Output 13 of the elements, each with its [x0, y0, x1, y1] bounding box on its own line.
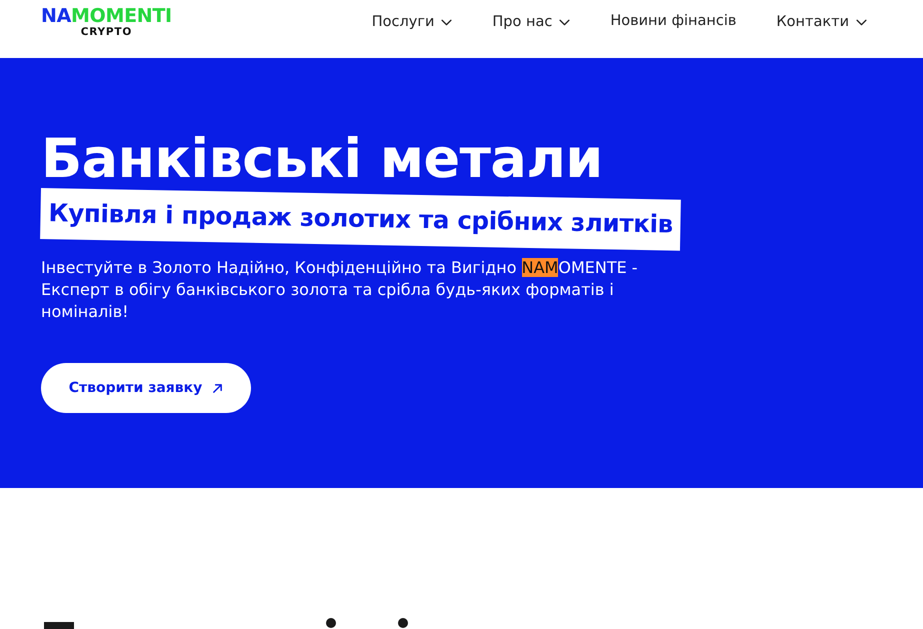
hero-title: Банківські метали: [41, 128, 604, 190]
logo[interactable]: NAMOMENTI CRYPTO: [41, 6, 172, 38]
nav-menu-item[interactable]: Послуги: [372, 14, 452, 30]
nav-link[interactable]: Новини фінансів: [610, 12, 736, 28]
hero-description: Інвестуйте в Золото Надійно, Конфіденційно та Вигідно NAMOMENTE - Експерт в обігу банківського золота та срібла будь-яких форматів і номіналів!: [41, 257, 639, 323]
nav-menu-item[interactable]: Про нас: [492, 14, 570, 30]
chevron-down-icon: [441, 18, 452, 26]
subtitle-ribbon: Купівля і продаж золотих та срібних злитків: [40, 188, 682, 251]
nav-menu-item[interactable]: Контакти: [776, 14, 867, 30]
chevron-down-icon: [856, 18, 867, 26]
arrow-up-right-icon: [212, 382, 224, 394]
create-request-button[interactable]: Створити заявку: [41, 363, 251, 413]
chevron-down-icon: [559, 18, 570, 26]
